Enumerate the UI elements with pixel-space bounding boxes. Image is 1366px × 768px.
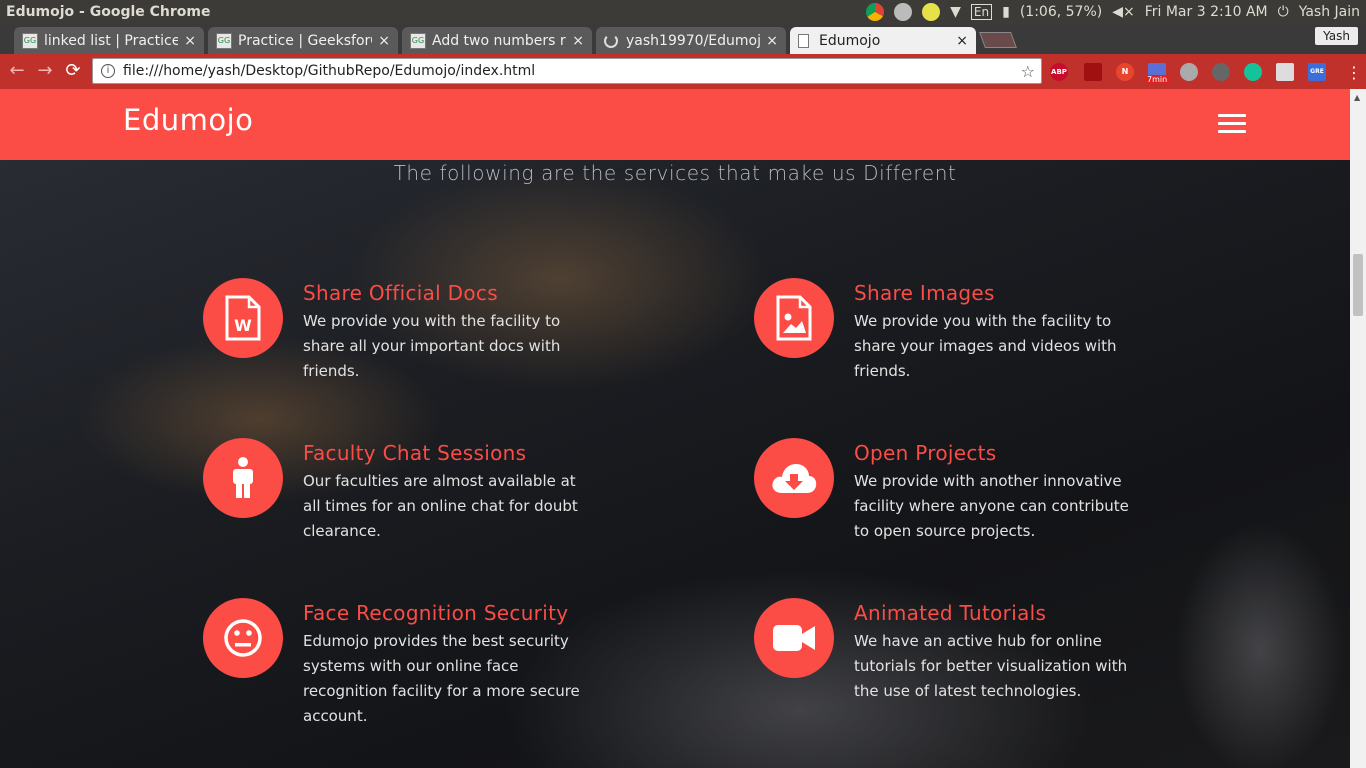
service-face-recognition: Face Recognition Security Edumojo provid… [203,598,703,738]
volume-icon[interactable]: ◀× [1112,4,1135,20]
battery-icon[interactable]: ▮ [1002,4,1010,20]
service-title: Share Official Docs [303,281,498,305]
close-icon[interactable]: × [184,33,196,49]
service-description: Edumojo provides the best security syste… [303,632,580,725]
page-favicon-icon [798,33,809,48]
service-title: Share Images [854,281,995,305]
pocket-extension-icon[interactable] [1212,63,1230,81]
scrollbar-thumb[interactable] [1353,254,1363,316]
new-tab-button[interactable] [979,32,1017,48]
service-description: We provide you with the facility to shar… [854,312,1117,380]
notes-tray-icon[interactable] [922,3,941,21]
service-faculty-chat: Faculty Chat Sessions Our faculties are … [203,438,703,548]
page-viewport: Edumojo The following are the services t… [0,89,1350,768]
bookmark-star-icon[interactable]: ☆ [1021,62,1035,81]
tab-linked-list[interactable]: GG linked list | Practice × [14,27,204,54]
tab-edumojo[interactable]: Edumojo × [790,27,976,54]
loading-spinner-icon [604,33,618,48]
tab-strip: GG linked list | Practice × GG Practice … [0,24,1366,54]
browser-toolbar: ← → ⟳ i file:///home/yash/Desktop/Github… [0,54,1366,89]
service-animated-tutorials: Animated Tutorials We have an active hub… [754,598,1254,708]
section-subtitle: The following are the services that make… [393,161,957,185]
svg-text:W: W [234,316,252,335]
gre-extension-icon[interactable]: GRE [1308,63,1326,81]
user-name[interactable]: Yash Jain [1299,4,1360,20]
reload-button[interactable]: ⟳ [62,60,84,82]
tab-label: yash19970/Edumoj [626,32,761,49]
session-icon[interactable]: ⏻ [1278,4,1289,20]
tab-label: Add two numbers r [432,32,566,49]
close-icon[interactable]: × [766,33,778,49]
site-navbar: Edumojo [0,89,1350,160]
news-extension-icon[interactable]: N [1116,63,1134,81]
video-camera-icon [754,598,834,678]
close-icon[interactable]: × [572,33,584,49]
service-description: We provide with another innovative facil… [854,472,1129,540]
window-title: Edumojo - Google Chrome [6,4,211,20]
chrome-tray-icon[interactable] [866,3,885,21]
service-title: Open Projects [854,441,997,465]
service-title: Animated Tutorials [854,601,1047,625]
os-top-bar: Edumojo - Google Chrome ▼ En ▮ (1:06, 57… [0,0,1366,24]
service-description: We have an active hub for online tutoria… [854,632,1128,700]
profile-button[interactable]: Yash [1315,27,1358,45]
service-description: Our faculties are almost available at al… [303,472,578,540]
close-icon[interactable]: × [378,33,390,49]
page-scrollbar[interactable]: ▲ [1350,89,1366,768]
geeksforgeeks-favicon-icon: GG [22,32,38,49]
tab-label: Practice | GeeksforG [238,32,373,49]
service-share-images: Share Images We provide you with the fac… [754,278,1254,388]
tab-label: Edumojo [819,32,881,49]
person-icon [203,438,283,518]
timer-badge: 7min [1145,75,1170,84]
service-description: We provide you with the facility to shar… [303,312,561,380]
forward-button[interactable]: → [34,60,56,82]
close-icon[interactable]: × [956,33,968,49]
battery-status[interactable]: (1:06, 57%) [1020,4,1102,20]
geeksforgeeks-favicon-icon: GG [410,32,426,49]
clock[interactable]: Fri Mar 3 2:10 AM [1145,4,1268,20]
image-file-icon [754,278,834,358]
hamburger-menu-icon[interactable] [1218,114,1246,136]
wifi-icon[interactable]: ▼ [950,4,961,20]
service-title: Faculty Chat Sessions [303,441,527,465]
mail-extension-icon[interactable] [1276,63,1294,81]
adblock-extension-icon[interactable]: ABP [1050,63,1068,81]
cloud-download-icon [754,438,834,518]
word-doc-icon: W [203,278,283,358]
invader-extension-icon[interactable] [1084,63,1102,81]
site-info-icon[interactable]: i [101,64,115,78]
service-share-docs: W Share Official Docs We provide you wit… [203,278,703,388]
neutral-face-icon [203,598,283,678]
grammarly-extension-icon[interactable] [1244,63,1262,81]
chat-extension-icon[interactable] [1180,63,1198,81]
address-bar[interactable]: i file:///home/yash/Desktop/GithubRepo/E… [92,58,1042,84]
chat-tray-icon[interactable] [894,3,913,21]
url-text[interactable]: file:///home/yash/Desktop/GithubRepo/Edu… [123,63,535,79]
site-brand[interactable]: Edumojo [123,103,253,137]
tab-github[interactable]: yash19970/Edumoj × [596,27,786,54]
tab-label: linked list | Practice [44,32,179,49]
service-title: Face Recognition Security [303,601,569,625]
back-button[interactable]: ← [6,60,28,82]
tab-add-two-numbers[interactable]: GG Add two numbers r × [402,27,592,54]
service-open-projects: Open Projects We provide with another in… [754,438,1254,548]
keyboard-layout[interactable]: En [970,4,993,20]
tab-practice[interactable]: GG Practice | GeeksforG × [208,27,398,54]
scroll-up-arrow-icon[interactable]: ▲ [1354,93,1360,102]
menu-icon[interactable]: ⋮ [1346,63,1362,82]
geeksforgeeks-favicon-icon: GG [216,32,232,49]
